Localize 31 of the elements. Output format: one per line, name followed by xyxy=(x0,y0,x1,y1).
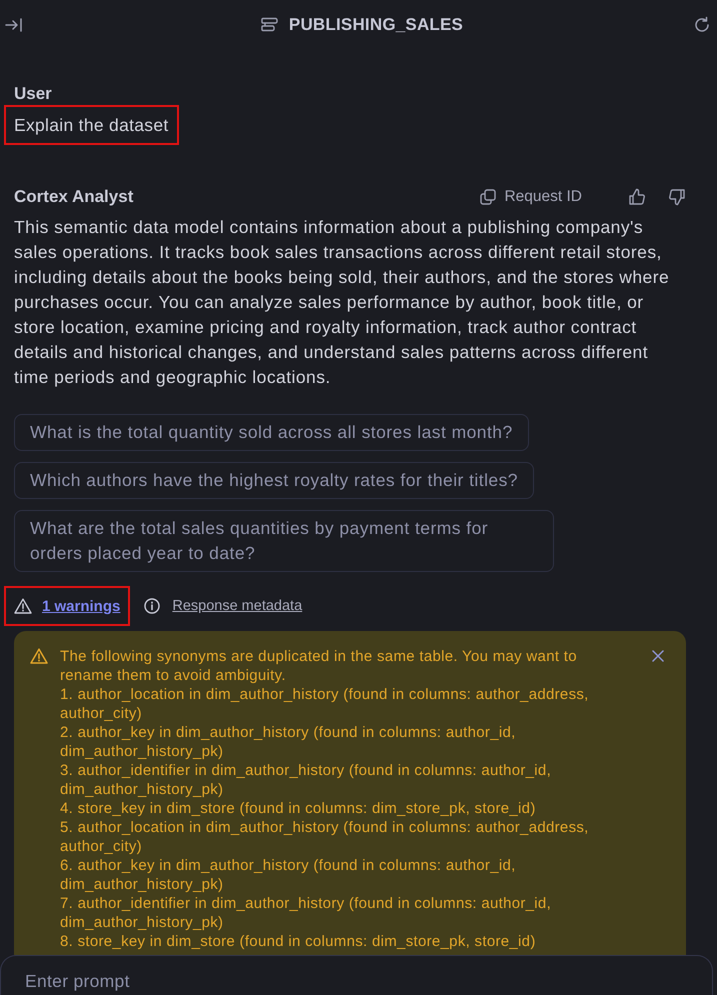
response-metadata-link[interactable]: Response metadata xyxy=(172,598,302,614)
user-message: Explain the dataset xyxy=(14,114,169,136)
suggestion-button[interactable]: What is the total quantity sold across all stores last month? xyxy=(14,414,529,451)
suggestion-button[interactable]: Which authors have the highest royalty rates for their titles? xyxy=(14,462,534,499)
warning-item: 6. author_key in dim_author_history (found in columns: author_id, dim_author_history_pk) xyxy=(60,856,517,894)
model-title: PUBLISHING_SALES xyxy=(288,15,464,35)
warnings-link[interactable]: 1 warnings xyxy=(42,598,120,614)
warning-icon xyxy=(30,648,48,664)
suggestion-button[interactable]: What are the total sales quantities by payment terms for orders placed year to date? xyxy=(14,510,554,572)
prompt-field[interactable]: Enter prompt xyxy=(0,955,713,995)
collapse-icon[interactable] xyxy=(5,16,23,34)
thumbs-up-icon[interactable] xyxy=(628,188,646,206)
warning-icon xyxy=(14,598,32,614)
info-icon xyxy=(144,598,160,614)
warning-message: The following synonyms are duplicated in the same table. You may want to rename them to avoid ambiguity. xyxy=(60,647,578,685)
warning-item: 2. author_key in dim_author_history (found in columns: author_id, dim_author_history_pk) xyxy=(60,723,517,761)
warning-item: 8. store_key in dim_store (found in columns: dim_store_pk, store_id) xyxy=(60,932,537,951)
response-text: This semantic data model contains information about a publishing company's sales operations. It tracks book sales transactions across different retail stores, including details about the books being sold, their authors, and the stores where purchases occur. You can analyze sales performance by author, book title, or store location, examine pricing and royalty information, track author contract details and historical changes, and understand sales patterns across different time periods and geographic locations. xyxy=(14,216,670,389)
close-icon[interactable] xyxy=(652,650,664,662)
warning-item: 5. author_location in dim_author_history (found in columns: author_address, author_city) xyxy=(60,818,590,856)
request-id-button[interactable]: Request ID xyxy=(480,188,582,206)
thumbs-down-icon[interactable] xyxy=(668,188,686,206)
warning-item: 7. author_identifier in dim_author_history (found in columns: author_id, dim_author_history_pk) xyxy=(60,894,552,932)
warning-item: 1. author_location in dim_author_history (found in columns: author_address, author_city) xyxy=(60,685,590,723)
refresh-icon[interactable] xyxy=(692,16,711,34)
copy-icon xyxy=(480,189,496,205)
warning-item: 4. store_key in dim_store (found in columns: dim_store_pk, store_id) xyxy=(60,799,537,818)
author-label: Cortex Analyst xyxy=(14,186,134,208)
warning-item: 3. author_identifier in dim_author_history (found in columns: author_id, dim_author_history_pk) xyxy=(60,761,552,799)
stacked-blocks-icon xyxy=(260,17,279,33)
author-label: User xyxy=(14,83,52,105)
